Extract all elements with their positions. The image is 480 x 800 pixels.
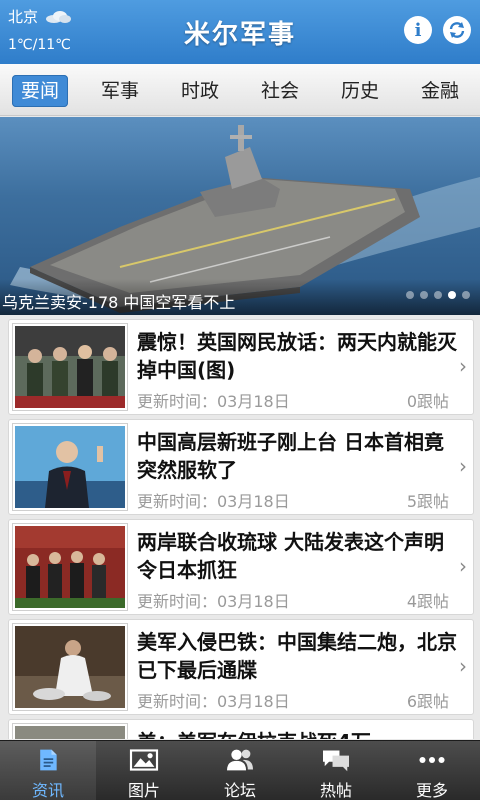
featured-banner[interactable]: 乌克兰卖安-178 中国空军看不上 <box>0 117 480 315</box>
refresh-icon[interactable] <box>443 16 471 44</box>
tab-label: 历史 <box>340 80 379 102</box>
news-thumbnail <box>13 724 127 739</box>
carousel-dot <box>406 291 414 299</box>
news-item[interactable]: 震惊！英国网民放话：两天内就能灭掉中国(图) 更新时间：03月18日 0跟帖 › <box>8 319 474 415</box>
reply-count: 6跟帖 <box>406 692 449 711</box>
nav-label: 论坛 <box>223 781 256 800</box>
chevron-right-icon: › <box>459 554 467 578</box>
document-icon <box>40 749 57 771</box>
more-icon <box>419 756 445 764</box>
tab-military[interactable]: 军事 <box>80 76 160 103</box>
chevron-right-icon: › <box>459 454 467 478</box>
news-item[interactable]: 美军入侵巴铁：中国集结二炮，北京已下最后通牒 更新时间：03月18日 6跟帖 › <box>8 619 474 715</box>
nav-label: 资讯 <box>31 781 64 800</box>
carousel-dot <box>420 291 428 299</box>
nav-hot-posts[interactable]: 热帖 <box>288 741 384 800</box>
tab-label: 时政 <box>180 80 219 102</box>
carousel-dot-active <box>448 291 456 299</box>
news-item[interactable]: 两岸联合收琉球 大陆发表这个声明令日本抓狂 更新时间：03月18日 4跟帖 › <box>8 519 474 615</box>
news-title: 中国高层新班子刚上台 日本首相竟突然服软了 <box>137 430 444 482</box>
tab-label: 要闻 <box>11 75 68 107</box>
tab-label: 社会 <box>260 80 299 102</box>
news-thumbnail <box>13 524 127 610</box>
tab-label: 金融 <box>420 80 459 102</box>
app-header: 北京 1℃/11℃ 米尔军事 i <box>0 0 480 64</box>
reply-count: 0跟帖 <box>406 392 449 411</box>
news-item[interactable]: 美：美军在伊拉克战死4万 <box>8 719 474 739</box>
reply-count: 5跟帖 <box>406 492 449 511</box>
carousel-indicator <box>406 291 470 299</box>
nav-label: 热帖 <box>319 781 352 800</box>
chat-bubbles-icon <box>323 750 349 772</box>
users-icon <box>227 749 253 771</box>
nav-pictures[interactable]: 图片 <box>96 741 192 800</box>
news-time: 更新时间：03月18日 <box>137 692 290 711</box>
nav-news[interactable]: 资讯 <box>0 741 96 800</box>
news-time: 更新时间：03月18日 <box>137 592 290 611</box>
tab-finance[interactable]: 金融 <box>400 76 480 103</box>
info-icon[interactable]: i <box>404 16 432 44</box>
bottom-navigation: 资讯 图片 论坛 热帖 更多 <box>0 740 480 800</box>
tab-politics[interactable]: 时政 <box>160 76 240 103</box>
category-tabs: 要闻 军事 时政 社会 历史 金融 <box>0 64 480 116</box>
picture-icon <box>129 749 159 771</box>
nav-label: 更多 <box>415 781 448 800</box>
carousel-dot <box>462 291 470 299</box>
news-title: 美：美军在伊拉克战死4万 <box>137 728 457 739</box>
news-time: 更新时间：03月18日 <box>137 492 290 511</box>
news-thumbnail <box>13 424 127 510</box>
nav-label: 图片 <box>127 781 160 800</box>
chevron-right-icon: › <box>459 654 467 678</box>
news-time: 更新时间：03月18日 <box>137 392 290 411</box>
news-title: 美军入侵巴铁：中国集结二炮，北京已下最后通牒 <box>137 630 457 682</box>
chevron-right-icon: › <box>459 354 467 378</box>
news-title: 震惊！英国网民放话：两天内就能灭掉中国(图) <box>137 330 457 382</box>
news-thumbnail <box>13 324 127 410</box>
tab-headlines[interactable]: 要闻 <box>0 75 80 107</box>
nav-more[interactable]: 更多 <box>384 741 480 800</box>
news-title: 两岸联合收琉球 大陆发表这个声明令日本抓狂 <box>137 530 444 582</box>
tab-label: 军事 <box>100 80 139 102</box>
news-list: 震惊！英国网民放话：两天内就能灭掉中国(图) 更新时间：03月18日 0跟帖 ›… <box>0 315 480 739</box>
tab-society[interactable]: 社会 <box>240 76 320 103</box>
carousel-dot <box>434 291 442 299</box>
tab-history[interactable]: 历史 <box>320 76 400 103</box>
reply-count: 4跟帖 <box>406 592 449 611</box>
news-item[interactable]: 中国高层新班子刚上台 日本首相竟突然服软了 更新时间：03月18日 5跟帖 › <box>8 419 474 515</box>
news-thumbnail <box>13 624 127 710</box>
nav-forum[interactable]: 论坛 <box>192 741 288 800</box>
